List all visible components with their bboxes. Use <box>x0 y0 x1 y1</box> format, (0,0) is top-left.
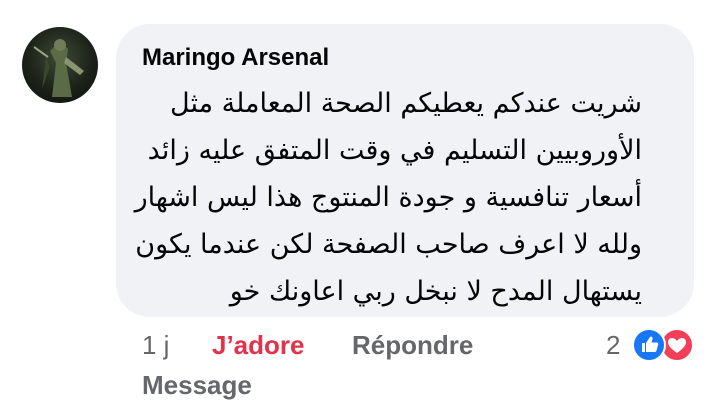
avatar[interactable] <box>22 27 98 103</box>
comment-line: ولله لا اعرف صاحب الصفحة لكن عندما يكون <box>135 229 642 260</box>
like-icon <box>632 328 666 362</box>
comment-line: الأوروبيين التسليم في وقت المتفق عليه زا… <box>147 135 642 166</box>
reaction-count: 2 <box>606 330 621 360</box>
message-button[interactable]: Message <box>142 370 252 401</box>
react-button[interactable]: J’adore <box>212 330 305 361</box>
comment-bubble: Maringo Arsenal شريت عندكم يعطيكم الصحة … <box>116 24 694 317</box>
avatar-image <box>33 39 84 97</box>
comment-line: شريت عندكم يعطيكم الصحة المعاملة مثل <box>170 88 642 119</box>
comment-author[interactable]: Maringo Arsenal <box>142 44 329 72</box>
comment-text: شريت عندكم يعطيكم الصحة المعاملة مثل الأ… <box>122 80 642 315</box>
comment-line: يستهال المدح لا نبخل ربي اعاونك خو <box>229 276 642 307</box>
reply-button[interactable]: Répondre <box>352 330 473 361</box>
comment-line: أسعار تنافسية و جودة المنتوج هذا ليس اشه… <box>134 182 642 213</box>
comment-time[interactable]: 1 j <box>142 330 169 361</box>
